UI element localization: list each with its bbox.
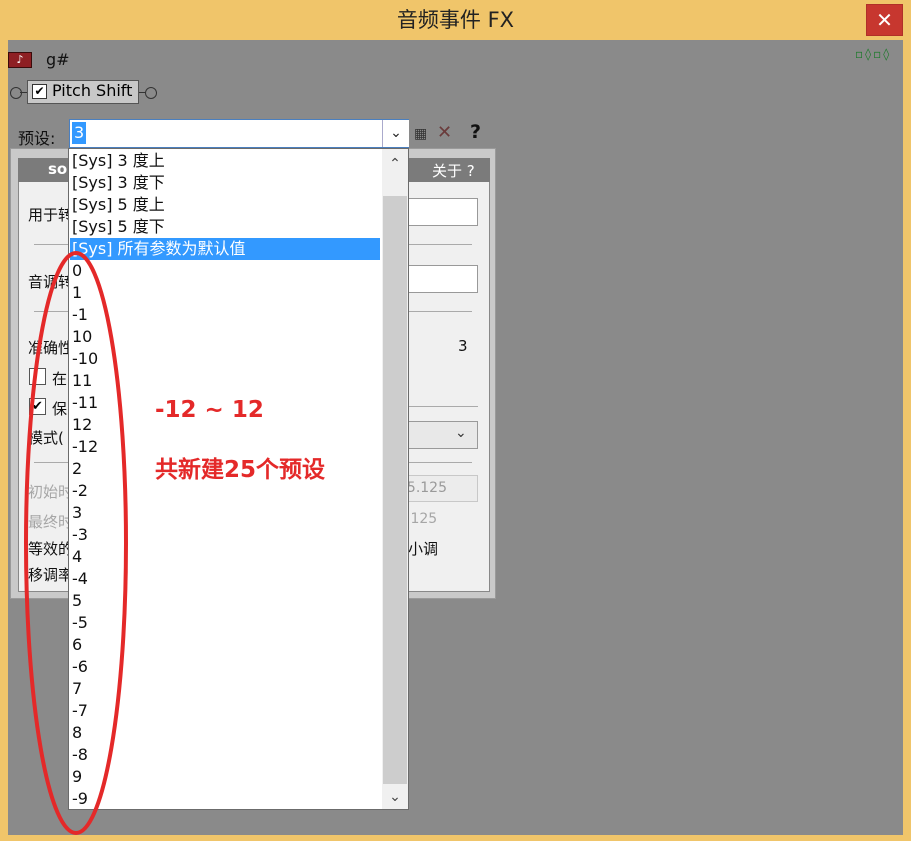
plugin-enable-checkbox[interactable]: ✔ xyxy=(32,84,47,99)
label-use: 用于转 xyxy=(28,206,74,224)
use-field[interactable] xyxy=(408,198,478,226)
accuracy-value: 3 xyxy=(458,337,468,355)
chevron-down-icon[interactable]: ⌄ xyxy=(382,120,409,147)
pitch-field[interactable] xyxy=(408,265,478,293)
window-border-left xyxy=(0,40,8,841)
preset-option[interactable]: [Sys] 3 度上 xyxy=(70,150,380,172)
close-button[interactable]: ✕ xyxy=(866,4,903,36)
final-value: .125 xyxy=(406,511,438,527)
preset-combobox[interactable] xyxy=(69,119,409,148)
preset-option[interactable]: [Sys] 5 度上 xyxy=(70,194,380,216)
track-icon[interactable]: ♪ xyxy=(8,52,32,68)
window-title: 音频事件 FX xyxy=(396,8,515,32)
equiv-suffix: 小调 xyxy=(408,540,439,558)
preset-option[interactable]: [Sys] 3 度下 xyxy=(70,172,380,194)
annotation-range: -12 ~ 12 xyxy=(155,397,264,423)
preset-label: 预设: xyxy=(18,129,56,148)
plugin-logo: so xyxy=(48,160,68,178)
title-bar: 音频事件 FX xyxy=(0,0,911,40)
help-icon[interactable]: ? xyxy=(470,121,481,143)
scroll-up-icon[interactable]: ⌃ xyxy=(382,150,408,178)
scroll-thumb[interactable] xyxy=(383,196,407,784)
scroll-down-icon[interactable]: ⌄ xyxy=(382,784,408,810)
window-border-right xyxy=(903,40,911,841)
delete-icon[interactable]: ✕ xyxy=(437,122,452,143)
chain-tools-icon[interactable]: ▫◊▫◊ xyxy=(855,47,891,61)
chain-start-node xyxy=(10,87,22,99)
preset-option[interactable]: [Sys] 5 度下 xyxy=(70,216,380,238)
plugin-name: Pitch Shift xyxy=(52,81,133,100)
divider xyxy=(408,406,478,407)
save-icon[interactable]: ▦ xyxy=(414,126,427,142)
about-button[interactable]: 关于 ? xyxy=(432,160,475,181)
chain-end-node xyxy=(145,87,157,99)
annotation-summary: 共新建25个预设 xyxy=(155,457,326,483)
mode-select[interactable] xyxy=(408,421,478,449)
annotation-ellipse xyxy=(24,251,128,835)
track-name: g# xyxy=(46,50,70,69)
chevron-down-icon: ⌄ xyxy=(455,425,467,441)
preset-value[interactable]: 3 xyxy=(72,122,87,144)
